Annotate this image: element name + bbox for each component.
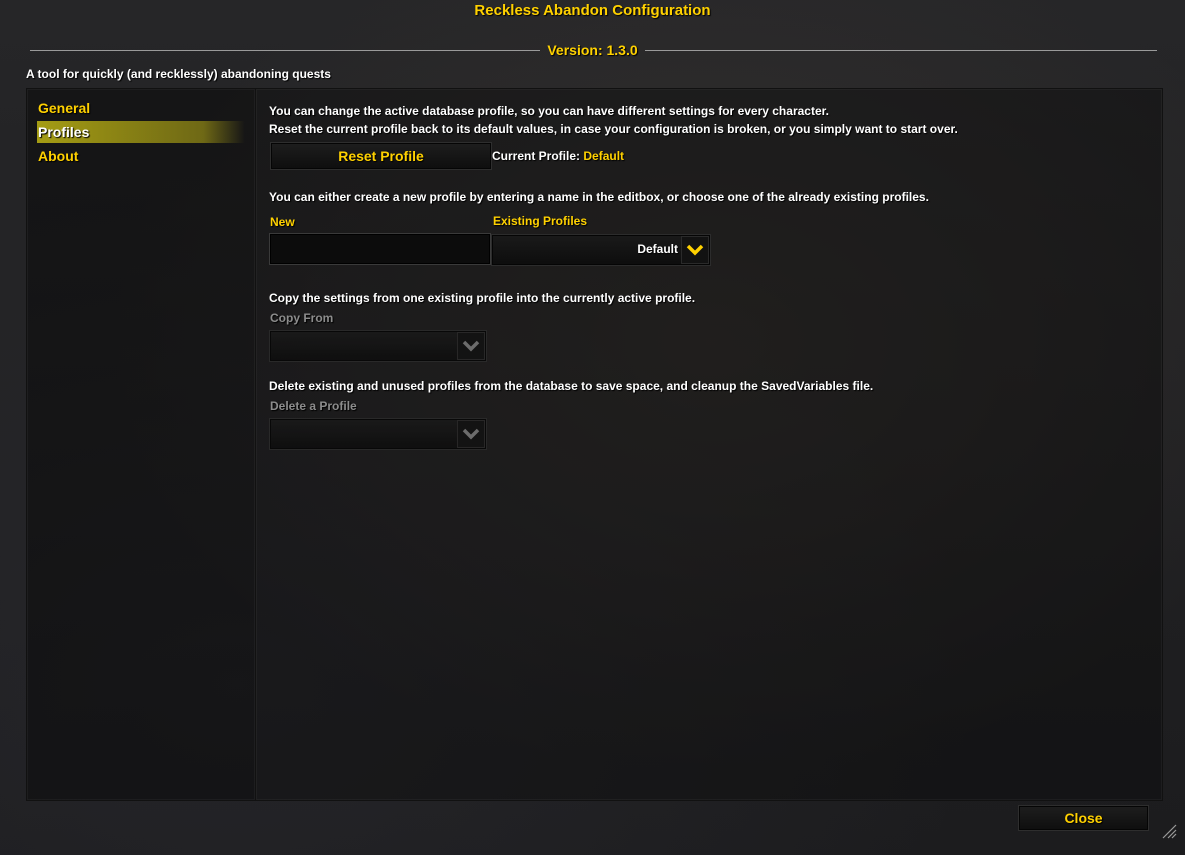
new-profile-input[interactable] bbox=[269, 233, 491, 265]
profiles-panel: You can change the active database profi… bbox=[255, 88, 1163, 801]
tree-item-label: General bbox=[38, 100, 91, 116]
chevron-down-icon[interactable] bbox=[681, 236, 709, 264]
addon-description: A tool for quickly (and recklessly) aban… bbox=[26, 67, 331, 81]
copy-from-dropdown[interactable] bbox=[269, 330, 487, 362]
version-label: Version: 1.3.0 bbox=[547, 42, 638, 58]
current-profile-value: Default bbox=[583, 149, 625, 163]
profile-reset-text: Reset the current profile back to its de… bbox=[269, 122, 958, 136]
profile-intro-text: You can change the active database profi… bbox=[269, 104, 829, 118]
tree-item-general[interactable]: General bbox=[37, 97, 245, 119]
tree-item-label: About bbox=[38, 148, 79, 164]
copy-profile-text: Copy the settings from one existing prof… bbox=[269, 291, 696, 305]
existing-profiles-value: Default bbox=[637, 242, 678, 256]
options-tree: General Profiles About bbox=[26, 88, 256, 801]
chevron-down-icon[interactable] bbox=[457, 420, 485, 448]
current-profile-caption: Current Profile: bbox=[492, 149, 581, 163]
delete-profile-text: Delete existing and unused profiles from… bbox=[269, 379, 874, 393]
tree-item-profiles[interactable]: Profiles bbox=[37, 121, 245, 143]
current-profile-label: Current Profile: Default bbox=[492, 149, 624, 163]
resize-grip-icon[interactable] bbox=[1161, 823, 1177, 839]
new-profile-label: New bbox=[270, 215, 295, 229]
copy-from-label: Copy From bbox=[270, 311, 334, 325]
reset-profile-button[interactable]: Reset Profile bbox=[270, 142, 492, 170]
delete-profile-label: Delete a Profile bbox=[270, 399, 357, 413]
tree-item-about[interactable]: About bbox=[37, 145, 245, 167]
chevron-down-icon[interactable] bbox=[457, 332, 485, 360]
choose-profile-text: You can either create a new profile by e… bbox=[269, 190, 929, 204]
existing-profiles-dropdown[interactable]: Default bbox=[491, 234, 711, 266]
window-title: Reckless Abandon Configuration bbox=[474, 2, 711, 19]
existing-profiles-label: Existing Profiles bbox=[493, 214, 588, 228]
tree-item-label: Profiles bbox=[38, 124, 90, 140]
config-window: Reckless Abandon Configuration Version: … bbox=[0, 0, 1185, 855]
close-button[interactable]: Close bbox=[1018, 805, 1149, 831]
delete-profile-dropdown[interactable] bbox=[269, 418, 487, 450]
